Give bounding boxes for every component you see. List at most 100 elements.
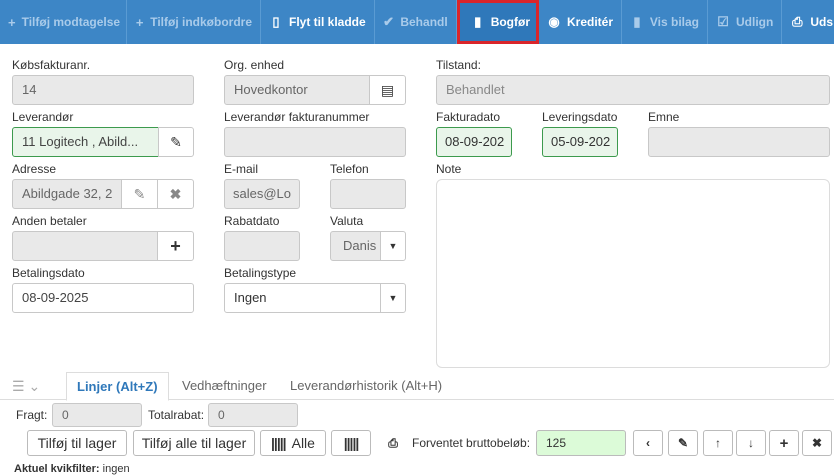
add-line-button[interactable]: +	[769, 430, 799, 456]
check-circle-icon: ✔	[383, 14, 394, 29]
payment-date-field[interactable]: 08-09-2025	[12, 283, 194, 313]
post-button[interactable]: ▮ Bogfør	[456, 0, 540, 44]
org-unit-label: Org. enhed	[224, 58, 285, 72]
printer-icon: ⎙	[792, 14, 803, 29]
delivery-date-label: Leveringsdato	[542, 110, 618, 124]
add-to-stock-button[interactable]: Tilføj til lager	[27, 430, 127, 456]
tabs-row: ☰ ⌄ Linjer (Alt+Z) Vedhæftninger Leveran…	[0, 372, 834, 401]
processed-button[interactable]: ✔ Behandl	[375, 0, 457, 44]
org-unit-field[interactable]: Hovedkontor	[224, 75, 370, 105]
other-payer-add-button[interactable]: +	[157, 231, 194, 261]
address-clear-button[interactable]: ✖	[157, 179, 194, 209]
supplier-field[interactable]: 11 Logitech , Abild...	[12, 127, 159, 157]
arrow-down-icon: ↓	[748, 436, 754, 450]
tab-lines[interactable]: Linjer (Alt+Z)	[66, 372, 169, 401]
address-edit-button[interactable]: ✎	[121, 179, 158, 209]
delete-line-button[interactable]: ✖	[802, 430, 832, 456]
invoice-no-label: Købsfakturanr.	[12, 58, 91, 72]
currency-dropdown-button[interactable]: ▼	[380, 231, 406, 261]
subject-label: Emne	[648, 110, 680, 124]
edit-line-button[interactable]: ✎	[668, 430, 698, 456]
discount-date-field[interactable]	[224, 231, 300, 261]
note-label: Note	[436, 162, 462, 176]
other-payer-label: Anden betaler	[12, 214, 87, 228]
move-to-draft-button[interactable]: ▯ Flyt til kladde	[261, 0, 375, 44]
plus-icon: +	[8, 14, 16, 30]
tab-supplier-history[interactable]: Leverandørhistorik (Alt+H)	[290, 378, 442, 393]
credit-button[interactable]: ◉ Kreditér	[539, 0, 623, 44]
move-up-button[interactable]: ↑	[703, 430, 733, 456]
invoice-date-label: Fakturadato	[436, 110, 501, 124]
email-field[interactable]: sales@Lo	[224, 179, 300, 209]
prev-button[interactable]: ‹	[633, 430, 663, 456]
voucher-icon: ▮	[633, 14, 641, 29]
barcode-all-button[interactable]: ||||| Alle	[260, 430, 326, 456]
payment-type-dropdown-button[interactable]: ▼	[380, 283, 406, 313]
add-receipt-button[interactable]: + Tilføj modtagelse	[0, 0, 127, 44]
print-lines-button[interactable]: ⎙	[381, 430, 405, 456]
phone-field[interactable]	[330, 179, 406, 209]
freight-field[interactable]: 0	[52, 403, 142, 427]
org-unit-lookup-button[interactable]: ▤	[369, 75, 406, 105]
add-purchase-order-label: Tilføj indkøbordre	[150, 15, 252, 29]
print-button[interactable]: ⎙ Uds	[782, 0, 834, 44]
supplier-invoice-field[interactable]	[224, 127, 406, 157]
processed-label: Behandl	[400, 15, 448, 29]
arrow-up-icon: ↑	[715, 436, 721, 450]
email-label: E-mail	[224, 162, 259, 176]
discount-date-label: Rabatdato	[224, 214, 280, 228]
edit-icon: ✎	[677, 436, 689, 450]
payment-type-field[interactable]: Ingen	[224, 283, 381, 313]
add-all-to-stock-button[interactable]: Tilføj alle til lager	[133, 430, 255, 456]
edit-icon: ✎	[133, 185, 146, 202]
payment-date-label: Betalingsdato	[12, 266, 85, 280]
add-receipt-label: Tilføj modtagelse	[21, 15, 121, 29]
subject-field[interactable]	[648, 127, 830, 157]
other-payer-field[interactable]	[12, 231, 158, 261]
total-discount-label: Totalrabat:	[148, 408, 205, 422]
file-icon: ▯	[272, 14, 280, 29]
plus-icon: +	[170, 235, 181, 256]
barcode-all-label: Alle	[291, 435, 315, 451]
show-voucher-label: Vis bilag	[649, 15, 700, 29]
tab-attachments[interactable]: Vedhæftninger	[182, 378, 267, 393]
settle-button[interactable]: ☑ Udlign	[708, 0, 783, 44]
currency-label: Valuta	[330, 214, 364, 228]
expected-gross-field[interactable]: 125	[536, 430, 626, 456]
supplier-label: Leverandør	[12, 110, 74, 124]
move-down-button[interactable]: ↓	[736, 430, 766, 456]
state-field: Behandlet	[436, 75, 830, 105]
plus-icon: +	[779, 434, 789, 452]
edit-icon: ✎	[170, 133, 182, 150]
credit-label: Kreditér	[567, 15, 614, 29]
move-to-draft-label: Flyt til kladde	[289, 15, 366, 29]
close-icon: ✖	[169, 185, 182, 202]
supplier-invoice-label: Leverandør fakturanummer	[224, 110, 370, 124]
total-discount-field[interactable]: 0	[208, 403, 298, 427]
add-purchase-order-button[interactable]: + Tilføj indkøbordre	[127, 0, 261, 44]
barcode-icon: |||||	[343, 435, 360, 451]
barcode-button[interactable]: |||||	[331, 430, 371, 456]
printer-icon: ⎙	[388, 435, 398, 450]
currency-field[interactable]: Danis	[330, 231, 381, 261]
supplier-edit-button[interactable]: ✎	[158, 127, 194, 157]
note-textarea[interactable]	[436, 179, 830, 368]
print-label: Uds	[810, 15, 834, 29]
quick-filter-label: Aktuel kvikfilter:	[14, 463, 100, 475]
list-icon: ▤	[380, 81, 395, 98]
address-field[interactable]: Abildgade 32, 2	[12, 179, 122, 209]
delivery-date-field[interactable]: 05-09-202	[542, 127, 618, 157]
quick-filter: Aktuel kvikfilter: ingen	[14, 463, 130, 475]
caret-down-icon: ▼	[388, 241, 398, 251]
state-label: Tilstand:	[436, 58, 481, 72]
invoice-no-field: 14	[12, 75, 194, 105]
close-icon: ✖	[811, 436, 823, 450]
payment-type-label: Betalingstype	[224, 266, 297, 280]
menu-icon[interactable]: ☰ ⌄	[12, 378, 40, 395]
invoice-date-field[interactable]: 08-09-202	[436, 127, 512, 157]
show-voucher-button[interactable]: ▮ Vis bilag	[622, 0, 709, 44]
settle-label: Udlign	[736, 15, 774, 29]
post-label: Bogfør	[490, 15, 531, 29]
address-label: Adresse	[12, 162, 57, 176]
book-icon: ▮	[474, 14, 482, 29]
